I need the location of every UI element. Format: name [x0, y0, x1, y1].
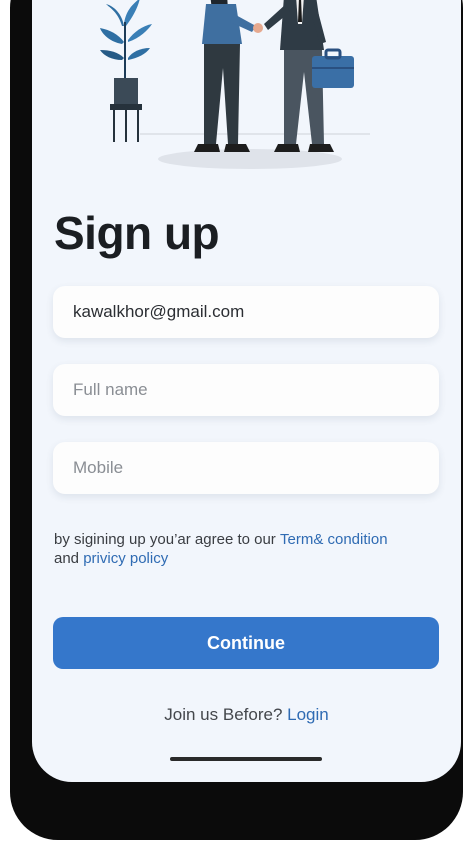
login-prompt: Join us Before? Login	[32, 705, 461, 725]
join-prompt-text: Join us Before?	[164, 705, 288, 724]
terms-and: and	[54, 550, 84, 567]
plant-icon	[100, 0, 152, 142]
terms-prefix: by sigining up you’ar agree to our	[54, 531, 280, 548]
man-figure	[264, 0, 354, 152]
continue-button[interactable]: Continue	[53, 617, 439, 669]
woman-figure	[194, 0, 263, 152]
signup-screen: Sign up by sigining up you’ar agree to o…	[32, 0, 461, 782]
email-field[interactable]	[53, 286, 439, 338]
privacy-link[interactable]: privicy policy	[83, 550, 168, 567]
handshake-illustration	[100, 0, 370, 169]
full-name-field[interactable]	[53, 364, 439, 416]
phone-frame: Sign up by sigining up you’ar agree to o…	[10, 0, 463, 840]
login-link[interactable]: Login	[287, 705, 329, 724]
mobile-field[interactable]	[53, 442, 439, 494]
terms-notice: by sigining up you’ar agree to our Term&…	[54, 530, 444, 568]
home-indicator	[170, 757, 322, 761]
terms-link[interactable]: Term& condition	[280, 531, 388, 548]
page-title: Sign up	[54, 207, 220, 259]
